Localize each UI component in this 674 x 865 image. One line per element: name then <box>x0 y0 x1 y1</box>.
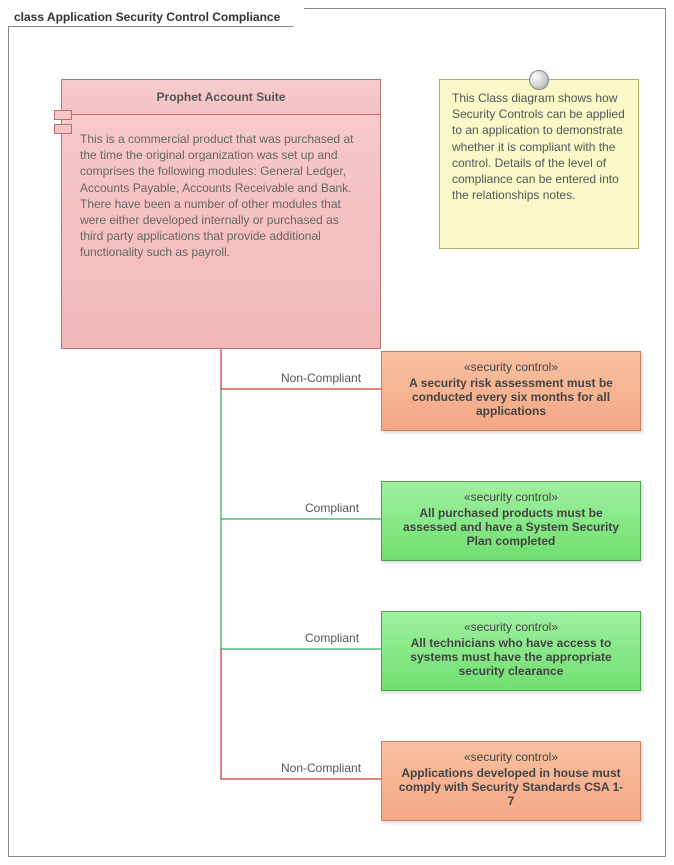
stereotype: «security control» <box>396 750 626 764</box>
control-text: All purchased products must be assessed … <box>403 506 619 548</box>
control-text: A security risk assessment must be condu… <box>409 376 613 418</box>
component-prophet-account-suite: Prophet Account Suite This is a commerci… <box>61 79 381 349</box>
component-title: Prophet Account Suite <box>62 80 380 115</box>
stereotype: «security control» <box>396 620 626 634</box>
diagram-title: class Application Security Control Compl… <box>8 8 305 27</box>
control-text: Applications developed in house must com… <box>399 766 623 808</box>
security-control-standards: «security control» Applications develope… <box>381 741 641 821</box>
control-text: All technicians who have access to syste… <box>410 636 611 678</box>
security-control-risk-assessment: «security control» A security risk asses… <box>381 351 641 431</box>
stereotype: «security control» <box>396 490 626 504</box>
diagram-note: This Class diagram shows how Security Co… <box>439 79 639 249</box>
link-label-3: Non-Compliant <box>281 761 361 775</box>
note-text: This Class diagram shows how Security Co… <box>452 91 625 202</box>
link-label-2: Compliant <box>305 631 359 645</box>
diagram-frame: class Application Security Control Compl… <box>8 8 666 857</box>
component-description: This is a commercial product that was pu… <box>62 115 380 277</box>
link-label-0: Non-Compliant <box>281 371 361 385</box>
security-control-clearance: «security control» All technicians who h… <box>381 611 641 691</box>
component-icon <box>54 110 72 138</box>
security-control-system-security-plan: «security control» All purchased product… <box>381 481 641 561</box>
pin-icon <box>529 70 549 90</box>
stereotype: «security control» <box>396 360 626 374</box>
link-label-1: Compliant <box>305 501 359 515</box>
